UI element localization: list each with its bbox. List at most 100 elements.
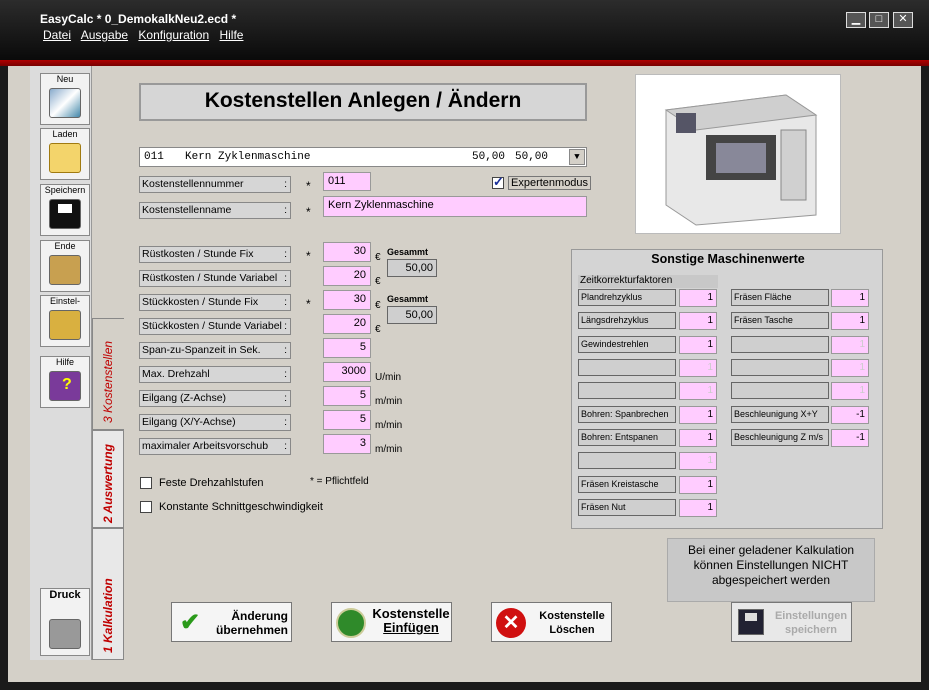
loeschen-line1: Kostenstelle xyxy=(539,610,605,622)
kostenstelle-select[interactable]: 011 Kern Zyklenmaschine 50,00 50,00 ▼ xyxy=(139,147,587,167)
stueck-fix-input[interactable]: 30 xyxy=(323,290,371,310)
required-star: * xyxy=(306,249,311,263)
stueck-var-label: Stückkosten / Stunde Variabel: xyxy=(139,318,291,335)
tab-auswertung[interactable]: 2 Auswertung xyxy=(92,430,124,528)
einfuegen-line2: Einfügen xyxy=(383,620,439,635)
euro-unit: € xyxy=(375,300,381,311)
hilfe-label: Hilfe xyxy=(55,357,74,367)
eilgang-xy-input[interactable]: 5 xyxy=(323,410,371,430)
einstellungen-speichern-button[interactable]: Einstellungen speichern xyxy=(731,602,852,642)
neu-button[interactable]: Neu xyxy=(40,73,90,125)
vorschub-input[interactable]: 3 xyxy=(323,434,371,454)
feste-drehzahl-label: Feste Drehzahlstufen xyxy=(159,477,264,489)
upm-unit: U/min xyxy=(375,372,402,383)
einstellungen-label: Einstel- xyxy=(49,296,80,306)
mmin-unit: m/min xyxy=(375,444,403,455)
sonst-left-value[interactable]: 1 xyxy=(679,359,717,377)
sonst-left-value[interactable]: 1 xyxy=(679,476,717,494)
stueck-fix-label: Stückkosten / Stunde Fix: xyxy=(139,294,291,311)
tab-kalkulation[interactable]: 1 Kalkulation xyxy=(92,528,124,660)
minimize-button[interactable]: ▁ xyxy=(846,12,866,28)
sonst-left-value[interactable]: 1 xyxy=(679,312,717,330)
required-star: * xyxy=(306,297,311,311)
sonst-right-value[interactable]: 1 xyxy=(831,289,869,307)
nr-input[interactable]: 011 xyxy=(323,172,371,191)
vertical-tabs: 3 Kostenstellen 2 Auswertung 1 Kalkulati… xyxy=(92,318,126,660)
hilfe-button[interactable]: Hilfe ? xyxy=(40,356,90,408)
eilgang-xy-label: Eilgang (X/Y-Achse): xyxy=(139,414,291,431)
tab-kostenstellen[interactable]: 3 Kostenstellen xyxy=(92,318,124,430)
sonst-left-label: Fräsen Nut xyxy=(578,499,676,516)
spanzeit-label: Span-zu-Spanzeit in Sek.: xyxy=(139,342,291,359)
eilgang-z-input[interactable]: 5 xyxy=(323,386,371,406)
ende-button[interactable]: Ende xyxy=(40,240,90,292)
gesammt-label: Gesammt xyxy=(387,247,429,257)
aenderung-button[interactable]: ✔ Änderung übernehmen xyxy=(171,602,292,642)
new-document-icon xyxy=(49,88,81,118)
konstante-checkbox[interactable] xyxy=(140,501,152,513)
sonst-left-value[interactable]: 1 xyxy=(679,406,717,424)
sonst-left-value[interactable]: 1 xyxy=(679,336,717,354)
feste-drehzahl-checkbox[interactable] xyxy=(140,477,152,489)
euro-unit: € xyxy=(375,252,381,263)
sonst-right-value[interactable]: 1 xyxy=(831,382,869,400)
ruest-var-label: Rüstkosten / Stunde Variabel: xyxy=(139,270,291,287)
sonst-right-label: Fräsen Tasche xyxy=(731,312,829,329)
sonst-right-value[interactable]: 1 xyxy=(831,312,869,330)
sonst-right-value[interactable]: -1 xyxy=(831,406,869,424)
menu-hilfe[interactable]: Hilfe xyxy=(219,28,243,42)
loeschen-button[interactable]: ✕ Kostenstelle Löschen xyxy=(491,602,612,642)
sonstige-maschinenwerte-panel: Sonstige Maschinenwerte Zeitkorrekturfak… xyxy=(571,249,883,529)
menu-ausgabe[interactable]: Ausgabe xyxy=(81,28,128,42)
name-input[interactable]: Kern Zyklenmaschine xyxy=(323,196,587,217)
left-toolbar: Neu Laden Speichern Ende Einstel- Hilfe … xyxy=(30,66,92,660)
menu-konfiguration[interactable]: Konfiguration xyxy=(138,28,209,42)
required-star: * xyxy=(306,179,311,193)
machine-photo xyxy=(635,74,841,234)
sonst-left-value[interactable]: 1 xyxy=(679,452,717,470)
sonst-right-value[interactable]: -1 xyxy=(831,429,869,447)
stueck-var-input[interactable]: 20 xyxy=(323,314,371,334)
sonst-left-label: Längsdrehzyklus xyxy=(578,312,676,329)
settings-icon xyxy=(49,310,81,340)
drehzahl-input[interactable]: 3000 xyxy=(323,362,371,382)
sonst-left-value[interactable]: 1 xyxy=(679,382,717,400)
sonst-title: Sonstige Maschinenwerte xyxy=(651,252,805,266)
aenderung-line1: Änderung xyxy=(231,609,288,623)
sonst-right-value[interactable]: 1 xyxy=(831,359,869,377)
maximize-button[interactable]: □ xyxy=(869,12,889,28)
required-star: * xyxy=(306,205,311,219)
einfuegen-line1: Kostenstelle xyxy=(372,606,450,621)
tab-kostenstellen-label: 3 Kostenstellen xyxy=(101,340,115,423)
sonst-left-value[interactable]: 1 xyxy=(679,429,717,447)
sonst-left-label: Plandrehzyklus xyxy=(578,289,676,306)
sonst-right-value[interactable]: 1 xyxy=(831,336,869,354)
tab-kalkulation-label: 1 Kalkulation xyxy=(101,578,115,653)
laden-button[interactable]: Laden xyxy=(40,128,90,180)
chevron-down-icon[interactable]: ▼ xyxy=(569,149,585,165)
ruest-var-input[interactable]: 20 xyxy=(323,266,371,286)
page-title: Kostenstellen Anlegen / Ändern xyxy=(139,83,587,121)
expertenmodus-label: Expertenmodus xyxy=(508,176,592,190)
eilgang-z-label: Eilgang (Z-Achse): xyxy=(139,390,291,407)
sonst-left-value[interactable]: 1 xyxy=(679,499,717,517)
sonst-left-value[interactable]: 1 xyxy=(679,289,717,307)
druck-button[interactable]: Druck xyxy=(40,588,90,656)
laden-label: Laden xyxy=(52,129,78,139)
menu-datei[interactable]: Datei xyxy=(43,28,71,42)
einfuegen-button[interactable]: Kostenstelle Einfügen xyxy=(331,602,452,642)
ruest-fix-input[interactable]: 30 xyxy=(323,242,371,262)
mmin-unit: m/min xyxy=(375,420,403,431)
expertenmodus-checkbox[interactable]: ✓ xyxy=(492,174,504,189)
spanzeit-input[interactable]: 5 xyxy=(323,338,371,358)
gesammt-ruest-value: 50,00 xyxy=(387,259,437,277)
title-bar: EasyCalc * 0_DemokalkNeu2.ecd * Datei Au… xyxy=(0,0,929,60)
euro-unit: € xyxy=(375,276,381,287)
exit-door-icon xyxy=(49,255,81,285)
einstellungen-button[interactable]: Einstel- xyxy=(40,295,90,347)
speichern-button[interactable]: Speichern xyxy=(40,184,90,236)
floppy-disk-icon xyxy=(738,609,764,635)
sonst-right-label xyxy=(731,382,829,399)
close-button[interactable]: ✕ xyxy=(893,12,913,28)
cnc-machine-icon xyxy=(664,94,818,226)
